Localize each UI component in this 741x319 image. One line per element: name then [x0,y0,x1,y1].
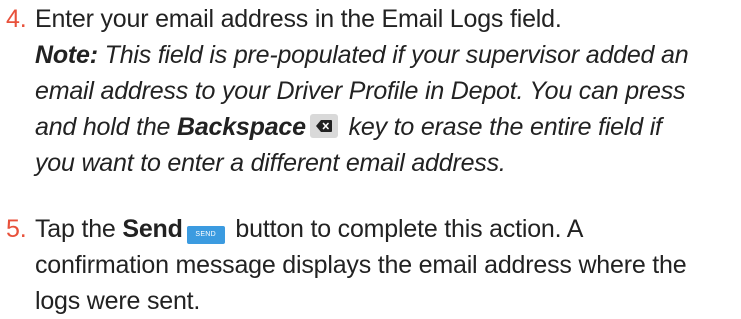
step-number: 4. [6,5,27,33]
step-body: Tap the Send SEND button to complete this… [35,211,687,319]
note-line: you want to enter a different email addr… [35,149,506,177]
step-number: 5. [6,215,27,243]
note-text: key to erase the entire field if [341,113,662,141]
instruction-line: confirmation message displays the email … [35,251,687,279]
instruction-text: button to complete this action. A [228,215,584,243]
backspace-icon [309,114,338,138]
note-text: This field is pre-populated if your supe… [104,41,689,69]
note-label: Note: [35,41,98,69]
note-line: Note: This field is pre-populated if you… [35,37,689,73]
instruction-line: logs were sent. [35,287,201,315]
note-text: and hold the [35,113,177,141]
instruction-text: Tap the [35,215,123,243]
step-instruction: Enter your email address in the Email Lo… [35,5,562,33]
note-line: and hold the Backspace key to erase the … [35,109,688,145]
backspace-key-name: Backspace [176,113,306,141]
step-instruction: Tap the Send SEND button to complete this… [35,211,686,247]
step-body: Enter your email address in the Email Lo… [35,1,689,181]
send-label: Send [122,215,183,243]
send-button-icon: SEND [186,226,225,244]
note-line: email address to your Driver Profile in … [35,77,686,105]
